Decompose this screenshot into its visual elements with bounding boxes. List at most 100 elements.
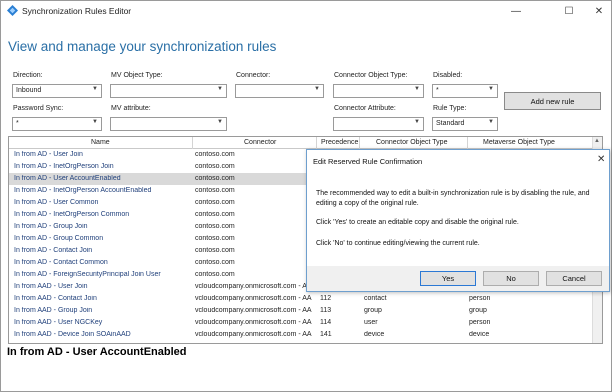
dialog-message-3: Click 'No' to continue editing/viewing t… bbox=[316, 240, 480, 247]
metaverse-object-type-cell: person bbox=[469, 295, 491, 302]
connector-object-type-select[interactable]: ▼ bbox=[333, 84, 424, 98]
maximize-icon[interactable]: ☐ bbox=[554, 1, 584, 21]
column-header-precedence[interactable]: Precedence bbox=[321, 139, 358, 146]
chevron-down-icon: ▼ bbox=[217, 119, 223, 125]
chevron-down-icon: ▼ bbox=[314, 86, 320, 92]
rule-name-cell: In from AD - InetOrgPerson Common bbox=[14, 211, 130, 218]
rule-name-cell: In from AAD - User NGCKey bbox=[14, 319, 103, 326]
metaverse-object-type-cell: person bbox=[469, 319, 491, 326]
mv-attribute-select[interactable]: ▼ bbox=[110, 117, 227, 131]
disabled-label: Disabled: bbox=[433, 72, 463, 79]
chevron-down-icon: ▼ bbox=[414, 119, 420, 125]
mv-object-type-label: MV Object Type: bbox=[111, 72, 163, 79]
dialog-title: Edit Reserved Rule Confirmation bbox=[313, 157, 423, 166]
table-row[interactable]: In from AAD - User NGCKey vcloudcompany.o… bbox=[9, 317, 602, 329]
yes-button[interactable]: Yes bbox=[420, 271, 476, 286]
chevron-down-icon: ▼ bbox=[488, 86, 494, 92]
precedence-cell: 141 bbox=[320, 331, 332, 338]
rule-name-cell: In from AD - InetOrgPerson AccountEnable… bbox=[14, 187, 152, 194]
password-sync-value: * bbox=[16, 120, 19, 127]
connector-attribute-label: Connector Attribute: bbox=[334, 105, 396, 112]
column-header-name[interactable]: Name bbox=[91, 139, 110, 146]
rule-name-cell: In from AD - User Common bbox=[14, 199, 99, 206]
rule-name-cell: In from AD - Contact Common bbox=[14, 259, 108, 266]
connector-cell: contoso.com bbox=[195, 175, 235, 182]
rule-name-cell: In from AD - Group Common bbox=[14, 235, 104, 242]
rule-type-value: Standard bbox=[436, 120, 465, 127]
connector-cell: contoso.com bbox=[195, 187, 235, 194]
metaverse-object-type-cell: group bbox=[469, 307, 487, 314]
chevron-down-icon: ▼ bbox=[92, 86, 98, 92]
connector-cell: contoso.com bbox=[195, 163, 235, 170]
connector-cell: contoso.com bbox=[195, 211, 235, 218]
mv-object-type-select[interactable]: ▼ bbox=[110, 84, 227, 98]
dialog-message-1: The recommended way to edit a built-in s… bbox=[316, 190, 590, 207]
connector-select[interactable]: ▼ bbox=[235, 84, 324, 98]
connector-object-type-cell: group bbox=[364, 307, 382, 314]
rule-name-cell: In from AD - Contact Join bbox=[14, 247, 93, 254]
connector-cell: contoso.com bbox=[195, 235, 235, 242]
direction-label: Direction: bbox=[13, 72, 43, 79]
rule-type-select[interactable]: Standard ▼ bbox=[432, 117, 498, 131]
rule-type-label: Rule Type: bbox=[433, 105, 467, 112]
rule-name-cell: In from AD - ForeignSecurityPrincipal Jo… bbox=[14, 271, 161, 278]
mv-attribute-label: MV attribute: bbox=[111, 105, 151, 112]
rule-name-cell: In from AD - User Join bbox=[14, 151, 83, 158]
chevron-down-icon: ▼ bbox=[92, 119, 98, 125]
column-separator[interactable] bbox=[192, 137, 193, 149]
rule-name-cell: In from AAD - Contact Join bbox=[14, 295, 97, 302]
dialog-message-2: Click 'Yes' to create an editable copy a… bbox=[316, 219, 519, 226]
connector-cell: contoso.com bbox=[195, 271, 235, 278]
minimize-icon[interactable]: — bbox=[501, 1, 531, 21]
connector-cell: vcloudcompany.onmicrosoft.com - AA bbox=[195, 331, 312, 338]
connector-attribute-select[interactable]: ▼ bbox=[333, 117, 424, 131]
connector-cell: vcloudcompany.onmicrosoft.com - AA bbox=[195, 283, 312, 290]
direction-value: Inbound bbox=[16, 87, 42, 94]
dialog-body: The recommended way to edit a built-in s… bbox=[307, 173, 609, 266]
edit-reserved-rule-dialog: Edit Reserved Rule Confirmation ✕ The re… bbox=[306, 149, 610, 292]
grid-header: Name Connector Precedence Connector Obje… bbox=[9, 137, 602, 149]
connector-object-type-cell: contact bbox=[364, 295, 387, 302]
window-title: Synchronization Rules Editor bbox=[22, 6, 132, 16]
password-sync-select[interactable]: * ▼ bbox=[12, 117, 102, 131]
direction-select[interactable]: Inbound ▼ bbox=[12, 84, 102, 98]
rule-name-cell: In from AAD - Group Join bbox=[14, 307, 93, 314]
precedence-cell: 112 bbox=[320, 295, 332, 302]
connector-cell: contoso.com bbox=[195, 199, 235, 206]
app-diamond-icon bbox=[7, 5, 18, 16]
disabled-value: * bbox=[436, 87, 439, 94]
connector-cell: contoso.com bbox=[195, 223, 235, 230]
column-header-connector-object-type[interactable]: Connector Object Type bbox=[376, 139, 447, 146]
column-separator[interactable] bbox=[359, 137, 360, 149]
dialog-footer: Yes No Cancel bbox=[307, 266, 609, 291]
rule-name-cell: In from AAD - User Join bbox=[14, 283, 88, 290]
precedence-cell: 114 bbox=[320, 319, 332, 326]
column-header-connector[interactable]: Connector bbox=[244, 139, 276, 146]
column-separator[interactable] bbox=[316, 137, 317, 149]
metaverse-object-type-cell: device bbox=[469, 331, 490, 338]
close-icon[interactable]: ✕ bbox=[584, 1, 612, 21]
connector-cell: vcloudcompany.onmicrosoft.com - AA bbox=[195, 319, 312, 326]
dialog-close-icon[interactable]: ✕ bbox=[597, 154, 605, 165]
column-header-metaverse-object-type[interactable]: Metaverse Object Type bbox=[483, 139, 555, 146]
connector-cell: contoso.com bbox=[195, 151, 235, 158]
add-new-rule-button[interactable]: Add new rule bbox=[504, 92, 601, 110]
password-sync-label: Password Sync: bbox=[13, 105, 64, 112]
chevron-down-icon: ▼ bbox=[414, 86, 420, 92]
rule-name-cell: In from AD - InetOrgPerson Join bbox=[14, 163, 114, 170]
table-row[interactable]: In from AAD - Contact Join vcloudcompany.… bbox=[9, 293, 602, 305]
page-heading: View and manage your synchronization rul… bbox=[8, 39, 277, 54]
rule-name-cell: In from AD - Group Join bbox=[14, 223, 88, 230]
connector-cell: vcloudcompany.onmicrosoft.com - AA bbox=[195, 295, 312, 302]
cancel-button[interactable]: Cancel bbox=[546, 271, 602, 286]
table-row[interactable]: In from AAD - Group Join vcloudcompany.on… bbox=[9, 305, 602, 317]
disabled-select[interactable]: * ▼ bbox=[432, 84, 498, 98]
rule-name-cell: In from AD - User AccountEnabled bbox=[14, 175, 121, 182]
table-row[interactable]: In from AAD - Device Join SOAinAAD vcloud… bbox=[9, 329, 602, 341]
selected-rule-status: In from AD - User AccountEnabled bbox=[7, 346, 187, 358]
column-separator[interactable] bbox=[467, 137, 468, 149]
connector-label: Connector: bbox=[236, 72, 271, 79]
no-button[interactable]: No bbox=[483, 271, 539, 286]
scroll-up-icon[interactable]: ▲ bbox=[594, 138, 600, 144]
chevron-down-icon: ▼ bbox=[217, 86, 223, 92]
